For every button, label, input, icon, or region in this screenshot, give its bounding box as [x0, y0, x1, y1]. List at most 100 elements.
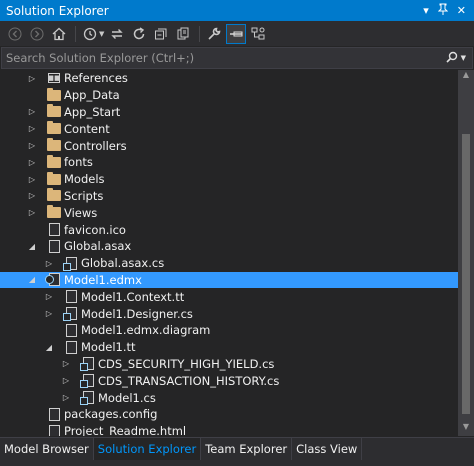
tree-item[interactable]: favicon.ico	[0, 221, 458, 238]
toolbar-separator	[75, 25, 76, 42]
tree-item[interactable]: ▷ ■■ References	[0, 70, 458, 87]
expand-arrow-icon[interactable]: ▷	[60, 376, 72, 385]
tree-item[interactable]: ▷ Model1.Designer.cs	[0, 305, 458, 322]
folder-icon	[46, 171, 62, 186]
tab-solution-explorer[interactable]: Solution Explorer	[93, 438, 202, 460]
folder-icon	[46, 138, 62, 153]
tree-item-label: CDS_SECURITY_HIGH_YIELD.cs	[98, 356, 275, 371]
folder-icon	[46, 121, 62, 136]
search-icon[interactable]	[446, 51, 458, 66]
dropdown-icon[interactable]: ▾	[423, 4, 429, 17]
tab-class-view[interactable]: Class View	[292, 438, 363, 460]
tree-item-label: Model1.Context.tt	[81, 289, 185, 304]
refresh-icon[interactable]	[129, 24, 149, 44]
collapse-arrow-icon[interactable]: ◢	[43, 343, 55, 352]
cs-file-icon	[79, 374, 96, 389]
tree-item-label: References	[64, 71, 128, 86]
collapse-arrow-icon[interactable]: ◢	[26, 242, 38, 251]
tree-item[interactable]: ▷ CDS_SECURITY_HIGH_YIELD.cs	[0, 356, 458, 373]
file-icon	[63, 323, 79, 337]
search-box[interactable]: ▼	[1, 47, 473, 69]
window-title: Solution Explorer	[6, 3, 109, 18]
tree-item[interactable]: ▷ Scripts	[0, 188, 458, 205]
close-icon[interactable]: ✕	[457, 4, 466, 17]
scroll-up-arrow-icon[interactable]: ▲	[458, 70, 474, 84]
file-icon	[46, 239, 62, 253]
references-icon: ■■	[47, 73, 61, 84]
back-icon[interactable]	[5, 24, 25, 44]
search-input[interactable]	[2, 51, 446, 65]
tree-item[interactable]: ▷ App_Start	[0, 104, 458, 121]
tree-item[interactable]: ▷ fonts	[0, 154, 458, 171]
expand-arrow-icon[interactable]: ▷	[26, 158, 38, 167]
expand-arrow-icon[interactable]: ▷	[43, 292, 55, 301]
tree-item[interactable]: ◢ Global.asax	[0, 238, 458, 255]
tree-item[interactable]: ◢ Model1.tt	[0, 339, 458, 356]
expand-arrow-icon[interactable]: ▷	[26, 124, 38, 133]
tree-item[interactable]: Model1.edmx.diagram	[0, 322, 458, 339]
toolbar: ▼	[0, 21, 474, 46]
tree-item[interactable]: ▷ Models	[0, 171, 458, 188]
collapse-all-icon[interactable]	[151, 24, 171, 44]
tree-item-label: App_Start	[64, 104, 121, 119]
tree-item-label: packages.config	[64, 407, 158, 422]
folder-icon	[46, 104, 62, 119]
expand-arrow-icon[interactable]: ▷	[43, 309, 55, 318]
tree-item-label: Views	[64, 205, 98, 220]
tree-item-label: Content	[64, 121, 110, 136]
search-options-icon[interactable]: ▼	[461, 54, 466, 62]
chevron-down-icon[interactable]: ▼	[99, 30, 104, 38]
show-all-files-icon[interactable]	[173, 24, 193, 44]
collapse-arrow-icon[interactable]: ◢	[26, 275, 38, 284]
expand-arrow-icon[interactable]: ▷	[26, 107, 38, 116]
expand-arrow-icon[interactable]: ▷	[26, 175, 38, 184]
tree-item[interactable]: App_Data	[0, 87, 458, 104]
tree-item-label: Model1.cs	[98, 390, 156, 405]
tab-team-explorer[interactable]: Team Explorer	[201, 438, 293, 460]
folder-icon	[46, 188, 62, 203]
tree-item[interactable]: Project_Readme.html	[0, 423, 458, 436]
tree-item[interactable]: ▷ Content	[0, 120, 458, 137]
file-icon	[63, 340, 79, 354]
tree-item[interactable]: ▷ Model1.Context.tt	[0, 288, 458, 305]
preview-selected-items-icon[interactable]	[226, 23, 247, 44]
tree-item[interactable]: ▷ Global.asax.cs	[0, 255, 458, 272]
expand-arrow-icon[interactable]: ▷	[60, 393, 72, 402]
forward-icon[interactable]	[27, 24, 47, 44]
tree-item-label: Global.asax.cs	[81, 256, 165, 271]
tree-item[interactable]: ◢ Model1.edmx	[0, 271, 458, 289]
scroll-down-arrow-icon[interactable]: ▼	[458, 422, 474, 436]
folder-icon	[46, 154, 62, 169]
tree-item[interactable]: ▷ Model1.cs	[0, 389, 458, 406]
tree-item[interactable]: packages.config	[0, 406, 458, 423]
pin-icon[interactable]	[437, 3, 448, 18]
home-icon[interactable]	[49, 24, 69, 44]
tree-item-label: Model1.edmx.diagram	[81, 323, 211, 338]
tree-item[interactable]: ▷ Controllers	[0, 137, 458, 154]
tree-item-label: Model1.tt	[81, 340, 136, 355]
vertical-scrollbar[interactable]: ▲ ▼	[458, 70, 474, 436]
expand-arrow-icon[interactable]: ▷	[26, 208, 38, 217]
tab-model-browser[interactable]: Model Browser	[0, 438, 94, 460]
pending-changes-filter-icon[interactable]	[80, 24, 100, 44]
properties-wrench-icon[interactable]	[204, 24, 224, 44]
view-class-diagram-icon[interactable]	[248, 24, 268, 44]
expand-arrow-icon[interactable]: ▷	[26, 74, 38, 83]
tree-item-label: Models	[64, 172, 105, 187]
tree-item-label: Project_Readme.html	[64, 424, 187, 436]
window-controls: ▾ ✕	[423, 3, 474, 18]
folder-icon	[46, 205, 62, 220]
cs-file-icon	[62, 256, 79, 271]
tree-item-label: fonts	[64, 155, 93, 170]
tree-item[interactable]: ▷ CDS_TRANSACTION_HISTORY.cs	[0, 372, 458, 389]
tree-item[interactable]: ▷ Views	[0, 204, 458, 221]
scrollbar-thumb[interactable]	[462, 134, 470, 414]
sync-with-active-document-icon[interactable]	[107, 24, 127, 44]
expand-arrow-icon[interactable]: ▷	[26, 191, 38, 200]
tree-item-label: Scripts	[64, 188, 104, 203]
expand-arrow-icon[interactable]: ▷	[26, 141, 38, 150]
expand-arrow-icon[interactable]: ▷	[60, 359, 72, 368]
cs-file-icon	[62, 307, 79, 322]
expand-arrow-icon[interactable]: ▷	[43, 259, 55, 268]
file-icon	[46, 407, 62, 421]
